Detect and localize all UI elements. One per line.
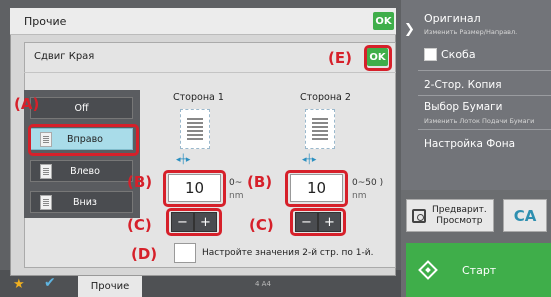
preview-label-line1: Предварит. (432, 204, 487, 215)
divider (418, 95, 551, 96)
side2-range: 0~50 ) (352, 178, 384, 188)
clear-all-button[interactable]: CA (503, 199, 547, 232)
shift-arrow-icon: ◂┼▸ (302, 155, 317, 165)
side2-unit: nm (352, 191, 367, 201)
callout-box-b1 (163, 170, 226, 207)
side1-unit: nm (229, 191, 244, 201)
option-left-label: Влево (70, 165, 100, 177)
side1-label: Сторона 1 (173, 92, 224, 103)
start-label: Старт (462, 263, 497, 277)
preview-icon (412, 208, 426, 223)
original-title[interactable]: Оригинал (424, 12, 481, 25)
callout-b2: (B) (247, 173, 273, 191)
preview-button[interactable]: Предварит. Просмотр (406, 199, 494, 232)
duplex-copy-item[interactable]: 2-Стор. Копия (424, 79, 502, 91)
page-icon (40, 163, 52, 179)
page-preview-icon (180, 109, 210, 149)
callout-box-c2 (290, 208, 346, 236)
callout-e: (E) (328, 49, 352, 67)
callout-box-a (28, 124, 139, 156)
callout-c1: (C) (127, 216, 152, 234)
callout-a: (A) (14, 95, 40, 113)
option-off[interactable]: Off (30, 97, 133, 119)
outer-ok-button[interactable]: OK (373, 12, 394, 30)
side1-range: 0~ (229, 178, 243, 188)
divider (24, 72, 396, 73)
original-subtitle: Изменить Размер/Направл. (424, 28, 518, 36)
callout-box-c1 (166, 208, 222, 236)
tab-other[interactable]: Прочие (78, 276, 142, 297)
paper-select-subtitle: Изменить Лоток Подачи Бумаги (424, 117, 535, 125)
shift-arrow-icon: ◂┼▸ (176, 155, 191, 165)
callout-box-b2 (285, 170, 348, 207)
option-off-label: Off (74, 102, 89, 114)
callout-b1: (B) (127, 173, 153, 191)
start-button[interactable]: Старт (406, 243, 551, 297)
divider (418, 70, 551, 71)
chevron-right-icon[interactable]: ❯ (404, 22, 415, 37)
callout-box-e (364, 45, 392, 71)
start-icon (418, 260, 438, 280)
background-adjust-item[interactable]: Настройка Фона (424, 138, 515, 150)
paper-select-item[interactable]: Выбор Бумаги (424, 101, 503, 113)
option-left[interactable]: Влево (30, 160, 133, 182)
staple-option[interactable]: Скоба (424, 48, 476, 61)
staple-label: Скоба (441, 48, 476, 61)
staple-checkbox[interactable] (424, 48, 437, 61)
tray-info: 4 A4 (255, 280, 271, 288)
match-side2-label: Настройте значения 2-й стр. по 1-й. (202, 248, 374, 258)
option-down-label: Вниз (73, 196, 97, 208)
page-icon (40, 194, 52, 210)
callout-c2: (C) (249, 216, 274, 234)
other-dialog-header (10, 8, 396, 35)
checkmark-icon[interactable]: ✔ (44, 275, 56, 291)
match-side2-checkbox[interactable] (174, 243, 196, 263)
option-down[interactable]: Вниз (30, 191, 133, 213)
callout-d: (D) (131, 245, 158, 263)
preview-label-line2: Просмотр (436, 215, 483, 226)
margin-shift-title: Сдвиг Края (34, 51, 95, 62)
page-preview-icon (305, 109, 335, 149)
other-dialog-title: Прочие (24, 15, 67, 28)
divider (418, 129, 551, 130)
side2-label: Сторона 2 (300, 92, 351, 103)
star-icon[interactable]: ★ (13, 277, 25, 292)
match-side2-option[interactable]: Настройте значения 2-й стр. по 1-й. (174, 243, 373, 263)
